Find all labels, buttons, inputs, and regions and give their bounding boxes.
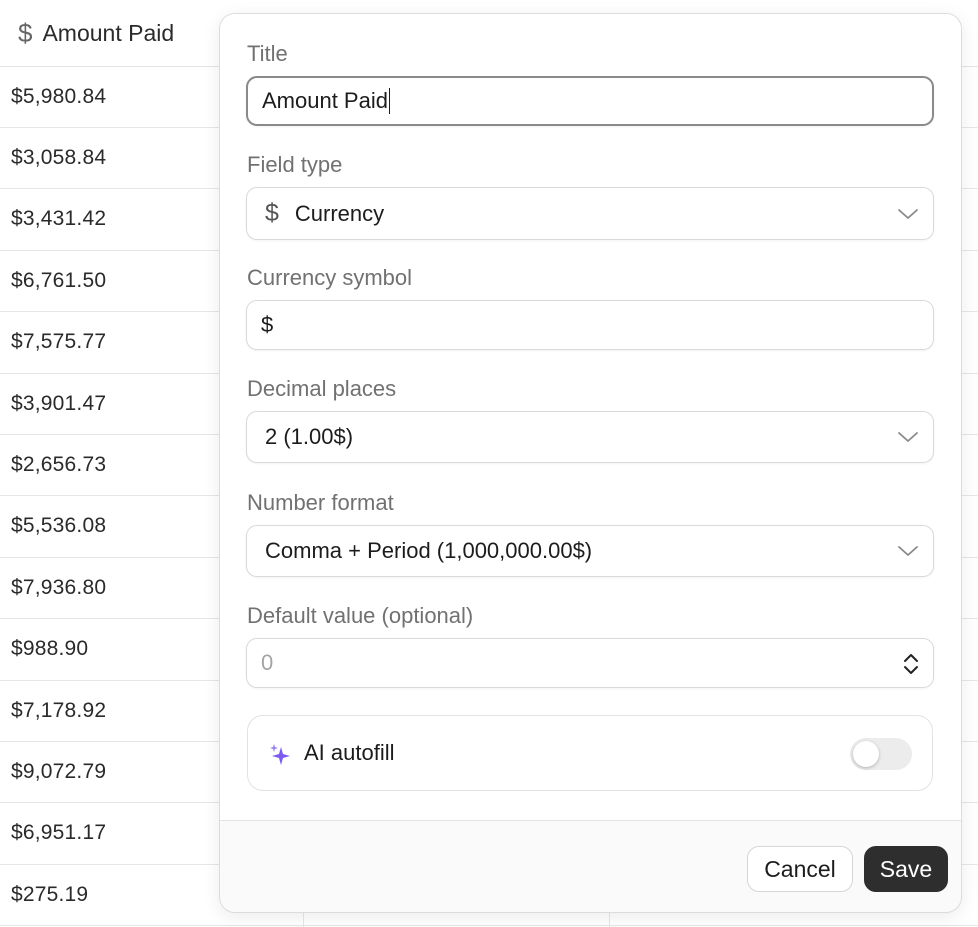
amount-paid-cell[interactable]: $5,980.84: [11, 66, 106, 127]
field-type-value: Currency: [294, 200, 385, 226]
ai-autofill-toggle[interactable]: [850, 738, 912, 770]
number-format-value: Comma + Period (1,000,000.00$): [265, 538, 593, 563]
field-type-select[interactable]: $ Currency: [246, 187, 934, 240]
dollar-icon: $: [265, 199, 279, 227]
sparkles-icon: [270, 744, 290, 765]
number-stepper-icon[interactable]: [901, 649, 921, 679]
ai-autofill-card: AI autofill: [247, 715, 933, 791]
decimal-places-label: Decimal places: [247, 376, 397, 401]
amount-paid-cell[interactable]: $5,536.08: [11, 496, 106, 557]
amount-paid-cell[interactable]: $6,761.50: [11, 250, 106, 311]
amount-paid-cell[interactable]: $2,656.73: [11, 434, 106, 495]
currency-symbol-input[interactable]: $: [246, 300, 934, 350]
amount-paid-cell[interactable]: $7,936.80: [11, 557, 106, 618]
save-button[interactable]: Save: [864, 846, 948, 892]
chevron-down-icon: [898, 208, 918, 219]
popover-body: Title Amount Paid Field type $ Currency …: [220, 14, 961, 821]
column-header-amount-paid[interactable]: $ Amount Paid: [18, 0, 174, 66]
amount-paid-cell[interactable]: $7,178.92: [11, 680, 106, 741]
chevron-down-icon: [898, 432, 918, 442]
default-value-label: Default value (optional): [247, 603, 474, 628]
field-settings-popover: Title Amount Paid Field type $ Currency …: [219, 13, 962, 913]
dollar-icon: $: [18, 17, 33, 48]
decimal-places-value: 2 (1.00$): [265, 424, 354, 449]
amount-paid-cell[interactable]: $3,058.84: [11, 127, 106, 188]
amount-paid-cell[interactable]: $7,575.77: [11, 312, 106, 373]
field-type-label: Field type: [247, 152, 343, 177]
toggle-knob: [853, 741, 879, 767]
ai-autofill-label: AI autofill: [304, 740, 395, 765]
title-input[interactable]: Amount Paid: [246, 76, 934, 126]
amount-paid-cell[interactable]: $9,072.79: [11, 741, 106, 802]
default-value-placeholder: 0: [261, 650, 274, 675]
amount-paid-cell[interactable]: $275.19: [11, 864, 88, 925]
amount-paid-cell[interactable]: $6,951.17: [11, 803, 106, 864]
amount-paid-cell[interactable]: $3,901.47: [11, 373, 106, 434]
currency-symbol-value: $: [261, 312, 274, 337]
number-format-select[interactable]: Comma + Period (1,000,000.00$): [246, 525, 934, 577]
amount-paid-cell[interactable]: $3,431.42: [11, 189, 106, 250]
column-header-label: Amount Paid: [42, 19, 175, 46]
title-input-value: Amount Paid: [262, 88, 388, 113]
decimal-places-select[interactable]: 2 (1.00$): [246, 411, 934, 463]
currency-symbol-label: Currency symbol: [247, 265, 413, 290]
cancel-button[interactable]: Cancel: [747, 846, 853, 892]
text-cursor: [388, 88, 391, 114]
chevron-down-icon: [898, 546, 918, 556]
amount-paid-cell[interactable]: $988.90: [11, 619, 88, 680]
title-label: Title: [247, 41, 288, 66]
default-value-input[interactable]: 0: [246, 638, 934, 688]
number-format-label: Number format: [247, 490, 394, 515]
